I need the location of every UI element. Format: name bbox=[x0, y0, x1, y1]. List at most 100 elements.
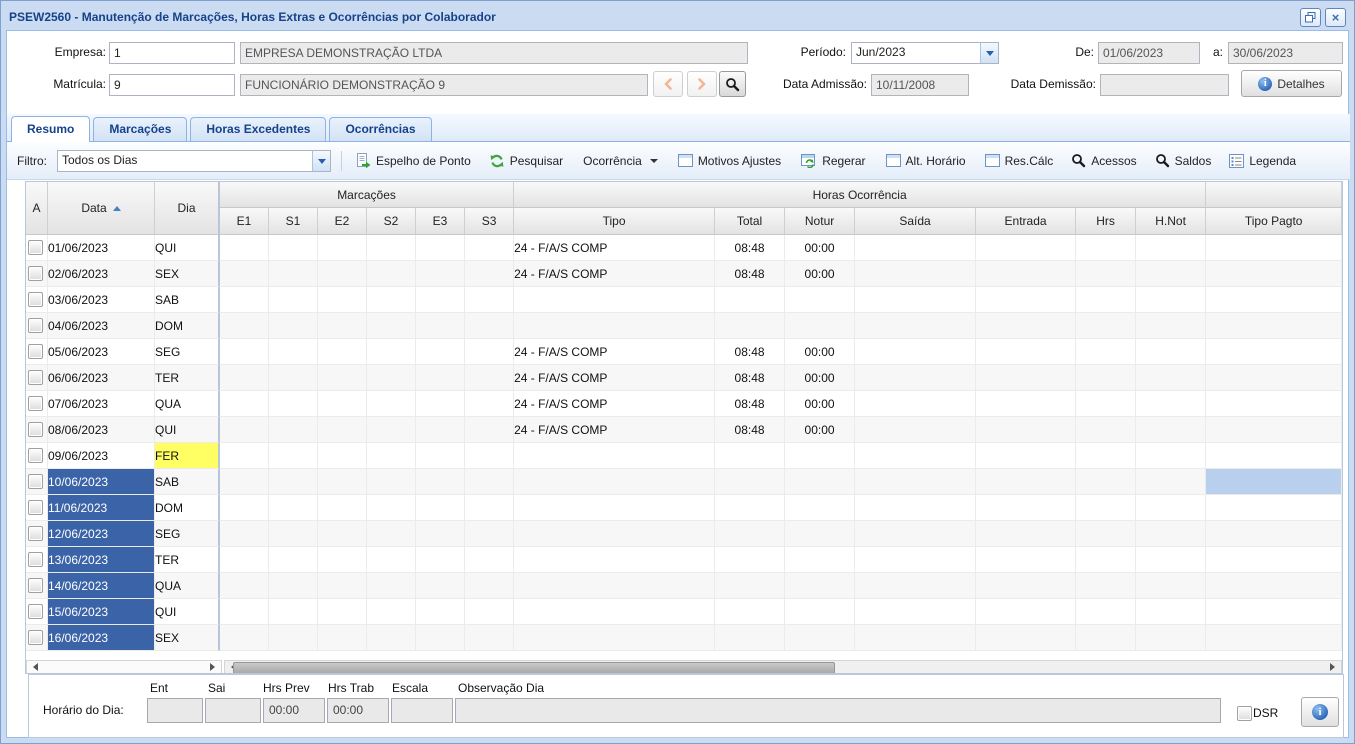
cell-tipo-pagto[interactable] bbox=[1206, 417, 1342, 443]
cell-data[interactable]: 03/06/2023 bbox=[48, 287, 155, 313]
cell-s2[interactable] bbox=[367, 313, 416, 339]
cell-total[interactable]: 08:48 bbox=[715, 235, 785, 261]
row-checkbox[interactable] bbox=[28, 422, 43, 437]
alt-horario-button[interactable]: Alt. Horário bbox=[883, 152, 969, 170]
cell-tipo-pagto[interactable] bbox=[1206, 547, 1342, 573]
cell-saida[interactable] bbox=[855, 235, 976, 261]
cell-s2[interactable] bbox=[367, 547, 416, 573]
cell-e1[interactable] bbox=[220, 339, 269, 365]
cell-data[interactable]: 14/06/2023 bbox=[48, 573, 155, 599]
scroll-right-icon[interactable] bbox=[210, 663, 219, 671]
cell-dia[interactable]: QUI bbox=[155, 417, 220, 443]
cell-s1[interactable] bbox=[269, 287, 318, 313]
column-header-total[interactable]: Total bbox=[715, 208, 785, 235]
cell-s3[interactable] bbox=[465, 443, 514, 469]
espelho-de-ponto-button[interactable]: Espelho de Ponto bbox=[352, 151, 474, 171]
cell-hrs[interactable] bbox=[1076, 547, 1136, 573]
cell-e1[interactable] bbox=[220, 417, 269, 443]
cell-s3[interactable] bbox=[465, 339, 514, 365]
column-header-s1[interactable]: S1 bbox=[269, 208, 318, 235]
cell-tipo[interactable] bbox=[514, 495, 715, 521]
restore-window-button[interactable] bbox=[1300, 8, 1321, 27]
cell-tipo[interactable]: 24 - F/A/S COMP bbox=[514, 365, 715, 391]
cell-tipo-pagto[interactable] bbox=[1206, 599, 1342, 625]
cell-hrs[interactable] bbox=[1076, 599, 1136, 625]
cell-e1[interactable] bbox=[220, 443, 269, 469]
row-checkbox[interactable] bbox=[28, 604, 43, 619]
tab-ocorrencias[interactable]: Ocorrências bbox=[329, 117, 431, 141]
cell-data[interactable]: 05/06/2023 bbox=[48, 339, 155, 365]
cell-tipo[interactable] bbox=[514, 599, 715, 625]
cell-tipo-pagto[interactable] bbox=[1206, 443, 1342, 469]
cell-e3[interactable] bbox=[416, 599, 465, 625]
cell-entrada[interactable] bbox=[976, 339, 1076, 365]
cell-total[interactable] bbox=[715, 443, 785, 469]
cell-s3[interactable] bbox=[465, 235, 514, 261]
cell-tipo-pagto[interactable] bbox=[1206, 313, 1342, 339]
scroll-right-icon[interactable] bbox=[1330, 663, 1339, 671]
cell-total[interactable] bbox=[715, 313, 785, 339]
cell-dia[interactable]: FER bbox=[155, 443, 220, 469]
cell-data[interactable]: 15/06/2023 bbox=[48, 599, 155, 625]
column-header-data[interactable]: Data bbox=[48, 182, 155, 235]
cell-saida[interactable] bbox=[855, 469, 976, 495]
column-header-tipo-pagto[interactable]: Tipo Pagto bbox=[1206, 208, 1342, 235]
cell-s2[interactable] bbox=[367, 391, 416, 417]
cell-notur[interactable]: 00:00 bbox=[785, 339, 855, 365]
cell-e1[interactable] bbox=[220, 261, 269, 287]
cell-hnot[interactable] bbox=[1136, 495, 1206, 521]
cell-s2[interactable] bbox=[367, 365, 416, 391]
cell-s1[interactable] bbox=[269, 313, 318, 339]
cell-total[interactable]: 08:48 bbox=[715, 365, 785, 391]
cell-entrada[interactable] bbox=[976, 365, 1076, 391]
row-checkbox[interactable] bbox=[28, 370, 43, 385]
cell-e1[interactable] bbox=[220, 495, 269, 521]
cell-hrs[interactable] bbox=[1076, 417, 1136, 443]
cell-total[interactable]: 08:48 bbox=[715, 391, 785, 417]
cell-tipo-pagto[interactable] bbox=[1206, 287, 1342, 313]
cell-s1[interactable] bbox=[269, 521, 318, 547]
cell-hnot[interactable] bbox=[1136, 287, 1206, 313]
cell-dia[interactable]: DOM bbox=[155, 313, 220, 339]
cell-saida[interactable] bbox=[855, 365, 976, 391]
cell-tipo-pagto[interactable] bbox=[1206, 365, 1342, 391]
cell-tipo-pagto[interactable] bbox=[1206, 261, 1342, 287]
cell-s1[interactable] bbox=[269, 547, 318, 573]
matricula-input[interactable] bbox=[109, 74, 235, 96]
cell-hnot[interactable] bbox=[1136, 417, 1206, 443]
cell-tipo-pagto[interactable] bbox=[1206, 391, 1342, 417]
cell-tipo-pagto[interactable] bbox=[1206, 625, 1342, 651]
row-checkbox[interactable] bbox=[28, 240, 43, 255]
cell-entrada[interactable] bbox=[976, 417, 1076, 443]
cell-total[interactable] bbox=[715, 495, 785, 521]
cell-data[interactable]: 09/06/2023 bbox=[48, 443, 155, 469]
cell-entrada[interactable] bbox=[976, 235, 1076, 261]
cell-s2[interactable] bbox=[367, 339, 416, 365]
cell-hrs[interactable] bbox=[1076, 261, 1136, 287]
filtro-combobox[interactable]: Todos os Dias bbox=[57, 150, 331, 172]
cell-hnot[interactable] bbox=[1136, 313, 1206, 339]
cell-tipo[interactable] bbox=[514, 573, 715, 599]
cell-notur[interactable] bbox=[785, 287, 855, 313]
cell-entrada[interactable] bbox=[976, 573, 1076, 599]
scroll-left-icon[interactable] bbox=[29, 663, 38, 671]
row-checkbox[interactable] bbox=[28, 318, 43, 333]
chevron-down-icon[interactable] bbox=[980, 43, 998, 63]
row-checkbox[interactable] bbox=[28, 396, 43, 411]
search-employee-button[interactable] bbox=[719, 71, 746, 97]
column-header-e1[interactable]: E1 bbox=[220, 208, 269, 235]
cell-s3[interactable] bbox=[465, 547, 514, 573]
cell-e3[interactable] bbox=[416, 339, 465, 365]
cell-e2[interactable] bbox=[318, 313, 367, 339]
cell-data[interactable]: 11/06/2023 bbox=[48, 495, 155, 521]
cell-saida[interactable] bbox=[855, 287, 976, 313]
detalhes-button[interactable]: i Detalhes bbox=[1241, 70, 1342, 97]
cell-e1[interactable] bbox=[220, 573, 269, 599]
cell-e3[interactable] bbox=[416, 417, 465, 443]
cell-total[interactable] bbox=[715, 625, 785, 651]
cell-e3[interactable] bbox=[416, 287, 465, 313]
row-checkbox[interactable] bbox=[28, 526, 43, 541]
row-checkbox[interactable] bbox=[28, 448, 43, 463]
cell-e3[interactable] bbox=[416, 313, 465, 339]
cell-data[interactable]: 02/06/2023 bbox=[48, 261, 155, 287]
